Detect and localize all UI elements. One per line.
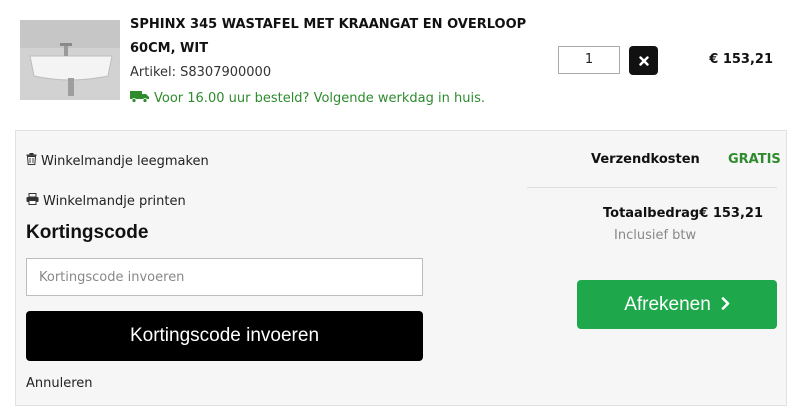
delivery-text: Voor 16.00 uur besteld? Volgende werkdag…	[154, 91, 485, 106]
product-name[interactable]: SPHINX 345 WASTAFEL MET KRAANGAT EN OVER…	[130, 13, 530, 61]
empty-cart-link[interactable]: Winkelmandje leegmaken	[26, 153, 209, 169]
shipping-label: Verzendkosten	[591, 152, 700, 167]
discount-heading: Kortingscode	[26, 222, 149, 243]
printer-icon	[26, 193, 39, 209]
checkout-button[interactable]: Afrekenen	[577, 280, 777, 329]
print-cart-link[interactable]: Winkelmandje printen	[26, 193, 186, 209]
remove-item-button[interactable]	[629, 46, 658, 75]
total-value: € 153,21	[699, 206, 763, 221]
summary-divider	[527, 187, 777, 188]
product-image[interactable]	[20, 20, 120, 100]
chevron-right-icon	[721, 294, 730, 316]
trash-icon	[26, 153, 37, 169]
vat-note: Inclusief btw	[614, 228, 697, 243]
discount-code-input[interactable]	[26, 258, 423, 296]
product-sku: Artikel: S8307900000	[130, 65, 272, 80]
total-label: Totaalbedrag	[603, 206, 700, 221]
empty-cart-label: Winkelmandje leegmaken	[41, 153, 209, 169]
delivery-info: Voor 16.00 uur besteld? Volgende werkdag…	[130, 90, 485, 107]
truck-icon	[130, 90, 150, 107]
print-cart-label: Winkelmandje printen	[43, 193, 186, 209]
cancel-link[interactable]: Annuleren	[26, 376, 93, 391]
quantity-field[interactable]: 1	[558, 46, 620, 74]
apply-discount-button[interactable]: Kortingscode invoeren	[26, 311, 423, 361]
product-price: € 153,21	[709, 52, 773, 67]
checkout-label: Afrekenen	[624, 293, 711, 315]
close-icon	[638, 51, 649, 70]
shipping-value: GRATIS	[728, 152, 781, 167]
